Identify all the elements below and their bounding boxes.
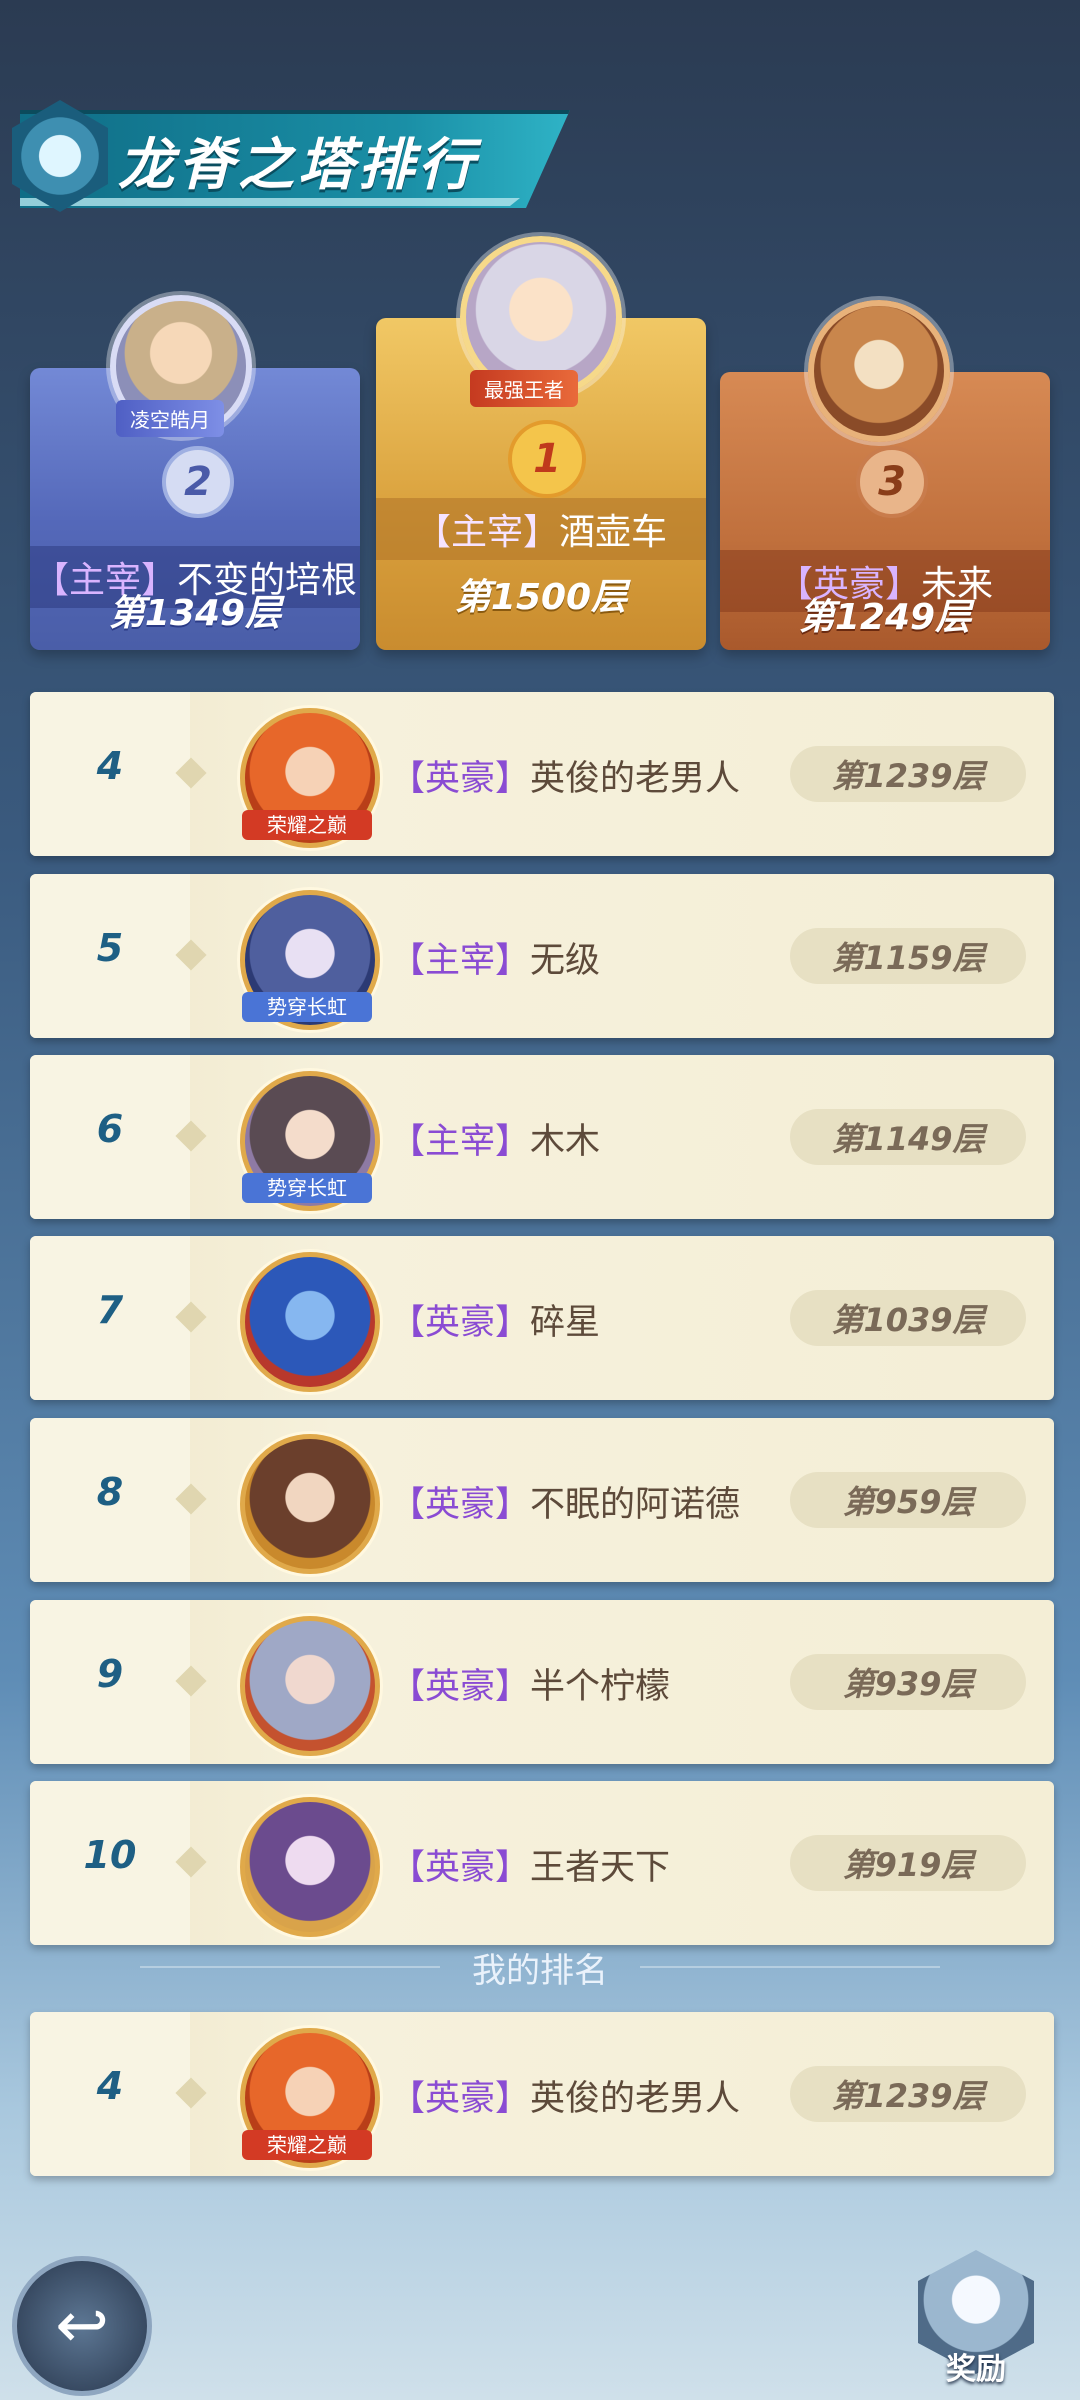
rank-tag: 【英豪】 xyxy=(390,759,531,799)
row-name: 【英豪】英俊的老男人 xyxy=(390,750,740,801)
floor-pill: 第1149层 xyxy=(790,1109,1026,1165)
row-rank: 5 xyxy=(96,926,124,970)
row-rank: 4 xyxy=(96,744,124,788)
title-badge: 最强王者 xyxy=(470,370,578,407)
row-name: 【英豪】不眠的阿诺德 xyxy=(390,1476,740,1527)
podium-name: 【主宰】 酒壶车 xyxy=(376,498,706,560)
row-name: 【英豪】英俊的老男人 xyxy=(390,2070,740,2121)
row-name: 【主宰】无级 xyxy=(390,932,600,983)
floor-count: 第1500层 xyxy=(454,577,628,618)
row-name: 【英豪】碎星 xyxy=(390,1294,600,1345)
row-name: 【英豪】半个柠檬 xyxy=(390,1658,670,1709)
rank-medal-3: 3 xyxy=(856,446,928,518)
row-name: 【主宰】木木 xyxy=(390,1113,600,1164)
back-arrow-icon: ↩ xyxy=(55,2289,109,2363)
rank-tag: 【英豪】 xyxy=(390,1485,531,1525)
my-rank-row[interactable]: 4 荣耀之巅 【英豪】英俊的老男人 第1239层 xyxy=(30,2012,1054,2176)
rank-row[interactable]: 8 【英豪】不眠的阿诺德 第959层 xyxy=(30,1418,1054,1582)
player-name: 木木 xyxy=(530,1122,601,1162)
player-name: 酒壶车 xyxy=(559,512,668,553)
player-name: 无级 xyxy=(530,941,601,981)
page-title: 龙脊之塔排行 xyxy=(118,133,478,198)
rank-row[interactable]: 7 【英豪】碎星 第1039层 xyxy=(30,1236,1054,1400)
rank-tag: 【主宰】 xyxy=(390,1122,531,1162)
avatar[interactable] xyxy=(240,1252,380,1392)
divider-line xyxy=(640,1966,940,1968)
player-name: 英俊的老男人 xyxy=(530,2079,741,2119)
row-rank: 6 xyxy=(96,1107,124,1151)
floor-pill: 第919层 xyxy=(790,1835,1026,1891)
row-rank: 10 xyxy=(83,1833,137,1877)
rank-row[interactable]: 4 荣耀之巅 【英豪】英俊的老男人 第1239层 xyxy=(30,692,1054,856)
rank-row[interactable]: 10 【英豪】王者天下 第919层 xyxy=(30,1781,1054,1945)
floor-count: 第1349层 xyxy=(108,593,282,634)
title-badge: 势穿长虹 xyxy=(242,1173,372,1203)
row-rank: 7 xyxy=(96,1288,124,1332)
back-button[interactable]: ↩ xyxy=(12,2256,152,2396)
rank-row[interactable]: 9 【英豪】半个柠檬 第939层 xyxy=(30,1600,1054,1764)
floor-pill: 第1039层 xyxy=(790,1290,1026,1346)
row-name: 【英豪】王者天下 xyxy=(390,1839,670,1890)
rank-medal-1: 1 xyxy=(508,420,586,498)
rank-row[interactable]: 6 势穿长虹 【主宰】木木 第1149层 xyxy=(30,1055,1054,1219)
floor-count: 第1249层 xyxy=(798,597,972,638)
floor-pill: 第1239层 xyxy=(790,2066,1026,2122)
my-rank-divider: 我的排名 xyxy=(140,1942,940,1992)
player-name: 半个柠檬 xyxy=(530,1667,671,1707)
row-rank: 9 xyxy=(96,1652,124,1696)
avatar[interactable] xyxy=(808,300,950,442)
floor-pill: 第959层 xyxy=(790,1472,1026,1528)
row-rank: 8 xyxy=(96,1470,124,1514)
rank-tag: 【英豪】 xyxy=(390,1848,531,1888)
avatar[interactable] xyxy=(240,1616,380,1756)
my-rank-label: 我的排名 xyxy=(472,1950,608,1991)
player-name: 王者天下 xyxy=(530,1848,671,1888)
rank-tag: 【英豪】 xyxy=(390,1667,531,1707)
player-name: 碎星 xyxy=(530,1303,601,1343)
rank-tag: 【主宰】 xyxy=(414,512,559,553)
avatar[interactable] xyxy=(240,1434,380,1574)
title-badge: 凌空皓月 xyxy=(116,400,224,437)
floor-pill: 第1239层 xyxy=(790,746,1026,802)
row-rank: 4 xyxy=(96,2064,124,2108)
player-name: 不眠的阿诺德 xyxy=(530,1485,741,1525)
player-name: 英俊的老男人 xyxy=(530,759,741,799)
avatar[interactable] xyxy=(240,1797,380,1937)
floor-pill: 第1159层 xyxy=(790,928,1026,984)
reward-button[interactable]: 奖励 xyxy=(918,2344,1034,2388)
rank-medal-2: 2 xyxy=(162,446,234,518)
rank-tag: 【英豪】 xyxy=(390,1303,531,1343)
divider-line xyxy=(140,1966,440,1968)
title-badge: 势穿长虹 xyxy=(242,992,372,1022)
title-badge: 荣耀之巅 xyxy=(242,810,372,840)
rank-tag: 【英豪】 xyxy=(390,2079,531,2119)
rank-tag: 【主宰】 xyxy=(390,941,531,981)
rank-row[interactable]: 5 势穿长虹 【主宰】无级 第1159层 xyxy=(30,874,1054,1038)
title-badge: 荣耀之巅 xyxy=(242,2130,372,2160)
floor-pill: 第939层 xyxy=(790,1654,1026,1710)
